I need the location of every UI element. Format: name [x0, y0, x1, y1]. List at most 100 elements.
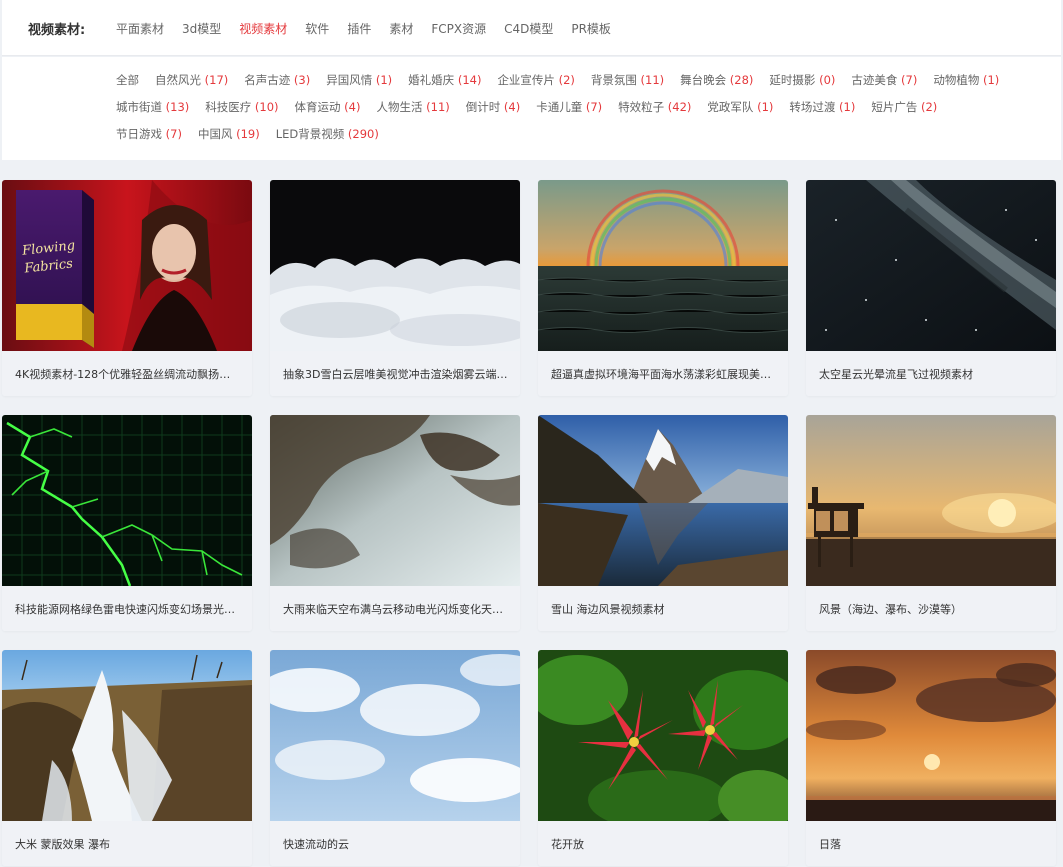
video-title[interactable]: 太空星云光晕流星飞过视频素材	[819, 366, 1045, 382]
video-thumbnail[interactable]	[2, 650, 252, 821]
video-thumbnail[interactable]	[270, 180, 520, 351]
tag-link[interactable]: 体育运动 (4)	[295, 94, 361, 121]
video-card[interactable]: 风景（海边、瀑布、沙漠等）	[806, 415, 1056, 631]
filter-label: 视频素材:	[28, 23, 86, 38]
video-card[interactable]: 超逼真虚拟环境海平面海水荡漾彩虹展现美景素材	[538, 180, 788, 396]
video-card[interactable]: 雪山 海边风景视频素材	[538, 415, 788, 631]
video-card[interactable]: 科技能源网格绿色雷电快速闪烁变幻场景光效素材	[2, 415, 252, 631]
category-bar: 视频素材: 平面素材 3d模型 视频素材 软件 插件 素材 FCPX资源 C4D模型 PR模板	[2, 0, 1061, 56]
video-title[interactable]: 大米 蒙版效果 瀑布	[15, 836, 241, 852]
category-tab[interactable]: 平面素材	[116, 20, 164, 37]
tag-label: 古迹美食	[851, 73, 898, 87]
tag-label: 节日游戏	[116, 127, 162, 141]
video-card[interactable]: 花开放	[538, 650, 788, 866]
video-thumbnail[interactable]	[538, 650, 788, 821]
tag-count: (2)	[554, 73, 575, 87]
tag-link[interactable]: 卡通儿童 (7)	[536, 94, 602, 121]
tag-link[interactable]: 异国风情 (1)	[326, 67, 392, 94]
category-tab[interactable]: FCPX资源	[431, 20, 486, 37]
category-tab[interactable]: 软件	[305, 20, 329, 37]
tag-link[interactable]: 转场过渡 (1)	[789, 94, 855, 121]
video-card[interactable]: 快速流动的云	[270, 650, 520, 866]
video-card[interactable]: Flowing Fabrics 4K视频素材-128个优雅轻盈丝绸流动飘扬背景素材	[2, 180, 252, 396]
video-thumbnail[interactable]	[270, 415, 520, 586]
video-thumbnail[interactable]	[538, 180, 788, 351]
video-thumbnail[interactable]: Flowing Fabrics	[2, 180, 252, 351]
tag-link[interactable]: 动物植物 (1)	[933, 67, 999, 94]
video-title[interactable]: 超逼真虚拟环境海平面海水荡漾彩虹展现美景素材	[551, 366, 777, 382]
video-title[interactable]: 花开放	[551, 836, 777, 852]
video-title[interactable]: 日落	[819, 836, 1045, 852]
tag-label: 企业宣传片	[497, 73, 555, 87]
tag-count: (7)	[162, 127, 182, 141]
video-thumbnail[interactable]	[538, 415, 788, 586]
tag-link[interactable]: 背景氛围 (11)	[591, 67, 664, 94]
tag-link[interactable]: 全部	[116, 67, 139, 94]
video-thumbnail[interactable]	[270, 650, 520, 821]
tag-link[interactable]: 节日游戏 (7)	[116, 121, 182, 148]
video-title[interactable]: 快速流动的云	[283, 836, 509, 852]
tag-link[interactable]: 企业宣传片 (2)	[497, 67, 574, 94]
tag-link[interactable]: 人物生活 (11)	[376, 94, 449, 121]
video-thumbnail[interactable]	[2, 415, 252, 586]
category-list: 平面素材 3d模型 视频素材 软件 插件 素材 FCPX资源 C4D模型 PR模板	[116, 20, 629, 37]
video-thumbnail[interactable]	[806, 415, 1056, 586]
video-title[interactable]: 4K视频素材-128个优雅轻盈丝绸流动飘扬背景素材	[15, 366, 241, 382]
video-thumbnail[interactable]	[806, 180, 1056, 351]
tag-link[interactable]: 中国风 (19)	[198, 121, 260, 148]
video-title[interactable]: 抽象3D雪白云层唯美视觉冲击渲染烟雾云端背景素材	[283, 366, 509, 382]
tag-label: 卡通儿童	[536, 100, 583, 114]
tag-count: (42)	[664, 100, 692, 114]
category-tab[interactable]: 3d模型	[182, 20, 221, 37]
tag-link[interactable]: 婚礼婚庆 (14)	[408, 67, 481, 94]
tag-link[interactable]: 自然风光 (17)	[155, 67, 228, 94]
tag-list: 全部 自然风光 (17) 名声古迹 (3) 异国风情 (1) 婚礼婚庆 (14) 企业宣传…	[116, 67, 1016, 148]
tag-link[interactable]: 城市街道 (13)	[116, 94, 189, 121]
tag-label: 背景氛围	[590, 73, 637, 87]
tag-link[interactable]: 科技医疗 (10)	[205, 94, 278, 121]
tag-count: (2)	[917, 100, 938, 114]
category-tab[interactable]: 插件	[347, 20, 371, 37]
tag-label: 党政军队	[707, 100, 754, 114]
tag-link[interactable]: 古迹美食 (7)	[851, 67, 917, 94]
video-card[interactable]: 抽象3D雪白云层唯美视觉冲击渲染烟雾云端背景素材	[270, 180, 520, 396]
tag-link[interactable]: LED背景视频 (290)	[276, 121, 379, 148]
video-title[interactable]: 风景（海边、瀑布、沙漠等）	[819, 601, 1045, 617]
tag-label: 名声古迹	[244, 73, 291, 87]
tag-count: (11)	[636, 73, 665, 87]
category-tab[interactable]: C4D模型	[504, 20, 553, 37]
tag-link[interactable]: 舞台晚会 (28)	[680, 67, 753, 94]
tag-label: 婚礼婚庆	[408, 73, 455, 87]
video-title[interactable]: 雪山 海边风景视频素材	[551, 601, 777, 617]
video-thumbnail[interactable]	[806, 650, 1056, 821]
video-title[interactable]: 科技能源网格绿色雷电快速闪烁变幻场景光效素材	[15, 601, 241, 617]
tag-count: (1)	[372, 73, 393, 87]
tag-link[interactable]: 延时摄影 (0)	[769, 67, 835, 94]
tag-link[interactable]: 特效粒子 (42)	[618, 94, 691, 121]
tag-label: 转场过渡	[789, 100, 836, 114]
video-title[interactable]: 大雨来临天空布满乌云移动电光闪烁变化天空素材	[283, 601, 509, 617]
tag-count: (0)	[815, 73, 836, 87]
tag-count: (11)	[422, 100, 450, 114]
tag-link[interactable]: 名声古迹 (3)	[244, 67, 310, 94]
tag-count: (10)	[251, 100, 279, 114]
category-tab[interactable]: PR模板	[571, 20, 611, 37]
tag-label: 科技医疗	[205, 100, 252, 114]
tag-count: (17)	[201, 73, 229, 87]
tag-count: (19)	[232, 127, 260, 141]
tag-label: 短片广告	[871, 100, 918, 114]
tag-count: (4)	[500, 100, 521, 114]
category-tab[interactable]: 素材	[389, 20, 413, 37]
tag-link[interactable]: 短片广告 (2)	[871, 94, 937, 121]
tag-count: (290)	[344, 127, 379, 141]
tag-link[interactable]: 倒计时 (4)	[466, 94, 520, 121]
video-card[interactable]: 大雨来临天空布满乌云移动电光闪烁变化天空素材	[270, 415, 520, 631]
video-card[interactable]: 大米 蒙版效果 瀑布	[2, 650, 252, 866]
tag-label: 舞台晚会	[680, 73, 727, 87]
video-card[interactable]: 日落	[806, 650, 1056, 866]
category-tab[interactable]: 视频素材	[239, 20, 287, 37]
video-card[interactable]: 太空星云光晕流星飞过视频素材	[806, 180, 1056, 396]
tag-count: (7)	[582, 100, 603, 114]
tag-label: 自然风光	[155, 73, 201, 87]
tag-link[interactable]: 党政军队 (1)	[707, 94, 773, 121]
